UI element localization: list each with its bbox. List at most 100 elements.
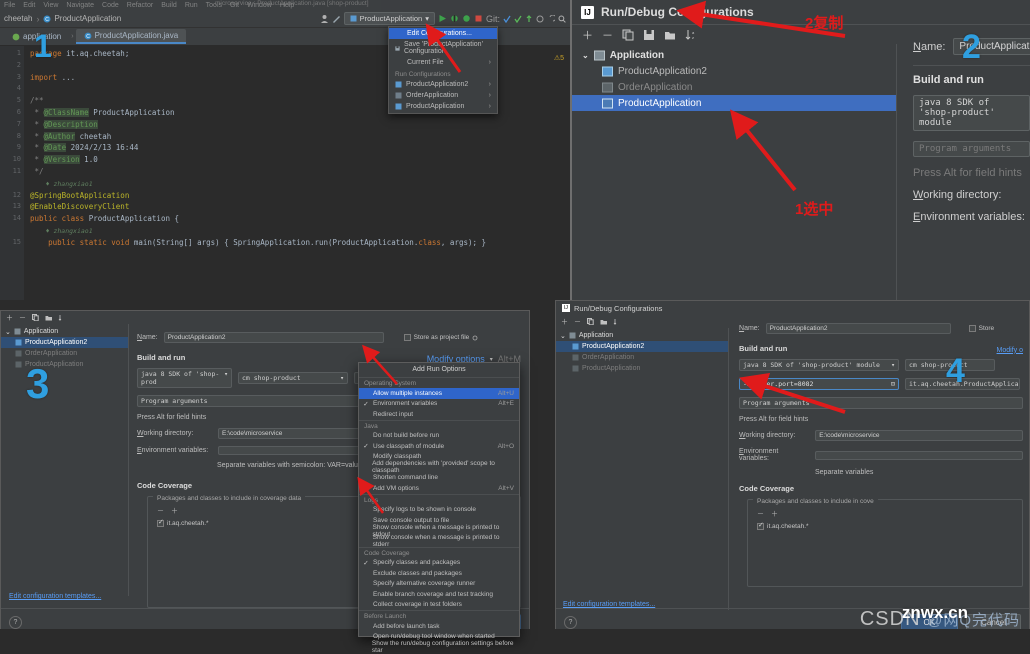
copy-icon[interactable] (587, 318, 594, 325)
stop-icon[interactable] (474, 14, 483, 23)
option-item[interactable]: Show the run/debug configuration setting… (359, 640, 519, 654)
help-button[interactable]: ? (564, 616, 577, 629)
sort-icon[interactable]: az (685, 29, 697, 41)
editor-tab-productapplication[interactable]: C ProductApplication.java (75, 29, 187, 44)
menu-bar[interactable]: File Edit View Navigate Code Refactor Bu… (0, 0, 570, 10)
menu-item-current-file[interactable]: Current File › (389, 57, 497, 68)
tree-node-application[interactable]: ⌄ Application (556, 330, 728, 341)
remove-icon[interactable]: － (19, 313, 26, 323)
expand-icon[interactable]: ⊡ (891, 380, 895, 388)
vm-options-input[interactable]: -Dserver.port=8082 ⊡ (739, 378, 899, 390)
menu-item-navigate[interactable]: Navigate (66, 2, 94, 9)
edit-configuration-templates-link[interactable]: Edit configuration templates... (9, 593, 101, 600)
name-input[interactable]: ProductApplication2 (163, 332, 384, 343)
tree-node-productapplication2[interactable]: ProductApplication2 (556, 341, 728, 352)
vcs-push-icon[interactable] (525, 14, 533, 23)
gear-icon[interactable] (472, 335, 478, 341)
search-icon[interactable] (558, 15, 566, 23)
add-icon[interactable]: ＋ (171, 506, 178, 516)
option-item[interactable]: Add before launch task (359, 621, 519, 632)
vcs-commit-icon[interactable] (514, 15, 522, 23)
copy-icon[interactable] (622, 29, 634, 41)
option-item[interactable]: Specify logs to be shown in console (359, 505, 519, 516)
add-icon[interactable]: ＋ (582, 27, 593, 43)
menu-item-edit-configurations[interactable]: Edit Configurations... (389, 28, 497, 39)
inspection-warning-badge[interactable]: ⚠5 (554, 54, 564, 62)
option-item[interactable]: Collect coverage in test folders (359, 600, 519, 611)
option-item[interactable]: Show console when a message is printed t… (359, 534, 519, 548)
program-arguments-input[interactable]: Program arguments (913, 141, 1030, 157)
chevron-down-icon[interactable]: ⌄ (582, 51, 589, 60)
tree-node-application[interactable]: ⌄ Application (572, 47, 896, 63)
coverage-item[interactable]: it.aq.cheetah.* (157, 518, 209, 527)
name-input[interactable]: ProductApplication2 (765, 323, 951, 334)
undo-icon[interactable] (547, 14, 555, 23)
menu-item-orderapplication[interactable]: OrderApplication › (389, 90, 497, 101)
module-selector[interactable]: cm shop-product ▾ (238, 372, 348, 384)
save-icon[interactable] (643, 29, 655, 41)
configurations-tree[interactable]: ⌄ Application ProductApplication2 OrderA… (572, 44, 897, 300)
tree-node-productapplication[interactable]: ProductApplication (556, 363, 728, 374)
working-directory-input[interactable]: E:\code\microservice (815, 430, 1023, 441)
breadcrumb-cheetah[interactable]: cheetah (4, 14, 32, 23)
tree-node-orderapplication[interactable]: OrderApplication (572, 79, 896, 95)
option-item[interactable]: ✓ Use classpath of module Alt+O (359, 441, 519, 452)
add-icon[interactable]: ＋ (6, 313, 13, 323)
run-icon[interactable] (438, 14, 447, 23)
user-icon[interactable] (320, 14, 329, 23)
jdk-selector[interactable]: java 8 SDK of 'shop-product' module (913, 95, 1030, 131)
option-item[interactable]: Enable branch coverage and test tracking (359, 589, 519, 600)
edit-configuration-templates-link[interactable]: Edit configuration templates... (563, 601, 655, 608)
menu-item-code[interactable]: Code (102, 2, 119, 9)
help-button[interactable]: ? (9, 616, 22, 629)
configurations-tree-mini[interactable]: ⌄ Application ProductApplication2 OrderA… (556, 328, 729, 610)
store-as-project-file-checkbox[interactable]: Store as project file (403, 334, 479, 341)
tree-node-productapplication2[interactable]: ProductApplication2 (1, 337, 128, 348)
chevron-down-icon[interactable]: ⌄ (5, 328, 11, 336)
chevron-down-icon[interactable]: ⌄ (560, 332, 566, 340)
jdk-selector[interactable]: java 8 SDK of 'shop-product' module ▾ (739, 359, 899, 371)
jdk-selector[interactable]: java 8 SDK of 'shop-prod ▾ (137, 368, 232, 388)
option-item[interactable]: ✓ Specify classes and packages (359, 558, 519, 569)
history-icon[interactable] (536, 15, 544, 23)
menu-item-save-configuration[interactable]: Save 'ProductApplication' Configuration (389, 39, 497, 57)
modify-options-link[interactable]: Modify o (997, 347, 1023, 354)
option-item[interactable]: Add VM options Alt+V (359, 483, 519, 494)
editor-gutter[interactable]: 1 2 3 4 5 6 7 8 9 10 11 12 13 14 15 (0, 46, 24, 300)
store-as-project-file-checkbox[interactable]: Store (968, 325, 994, 332)
add-run-options-menu[interactable]: Add Run Options Operating System Allow mu… (358, 362, 520, 654)
run-with-coverage-icon[interactable] (462, 14, 471, 23)
option-item[interactable]: Add dependencies with 'provided' scope t… (359, 460, 519, 474)
coverage-item[interactable]: it.aq.cheetah.* (757, 521, 809, 530)
option-item[interactable]: Do not build before run (359, 431, 519, 442)
copy-icon[interactable] (32, 314, 39, 321)
remove-icon[interactable]: － (157, 506, 164, 516)
sort-icon[interactable] (613, 318, 620, 325)
debug-icon[interactable] (450, 14, 459, 23)
menu-item-edit[interactable]: Edit (23, 2, 35, 9)
tree-node-productapplication2[interactable]: ProductApplication2 (572, 63, 896, 79)
option-item[interactable]: Redirect input (359, 409, 519, 420)
remove-icon[interactable]: － (757, 509, 764, 519)
menu-item-view[interactable]: View (43, 2, 58, 9)
tree-node-orderapplication[interactable]: OrderApplication (556, 352, 728, 363)
tree-node-productapplication[interactable]: ProductApplication (572, 95, 896, 111)
breadcrumb-productapplication[interactable]: C ProductApplication (43, 14, 121, 23)
remove-icon[interactable]: － (574, 317, 581, 327)
program-arguments-input[interactable]: Program arguments (739, 397, 1023, 409)
menu-item-productapplication[interactable]: ProductApplication › (389, 101, 497, 112)
menu-item-run[interactable]: Run (185, 2, 198, 9)
configurations-tree-mini[interactable]: ⌄ Application ProductApplication2 OrderA… (1, 324, 129, 596)
menu-item-refactor[interactable]: Refactor (127, 2, 153, 9)
menu-item-build[interactable]: Build (161, 2, 177, 9)
add-icon[interactable]: ＋ (561, 317, 568, 327)
tree-node-orderapplication[interactable]: OrderApplication (1, 348, 128, 359)
run-config-dropdown-menu[interactable]: Edit Configurations... Save 'ProductAppl… (388, 26, 498, 114)
option-item[interactable]: ✓ Environment variables Alt+E (359, 399, 519, 410)
tree-node-productapplication[interactable]: ProductApplication (1, 359, 128, 370)
folder-add-icon[interactable] (664, 29, 676, 41)
option-item[interactable]: Specify alternative coverage runner (359, 579, 519, 590)
sort-icon[interactable] (58, 314, 65, 321)
folder-add-icon[interactable] (45, 314, 52, 321)
add-icon[interactable]: ＋ (771, 509, 778, 519)
